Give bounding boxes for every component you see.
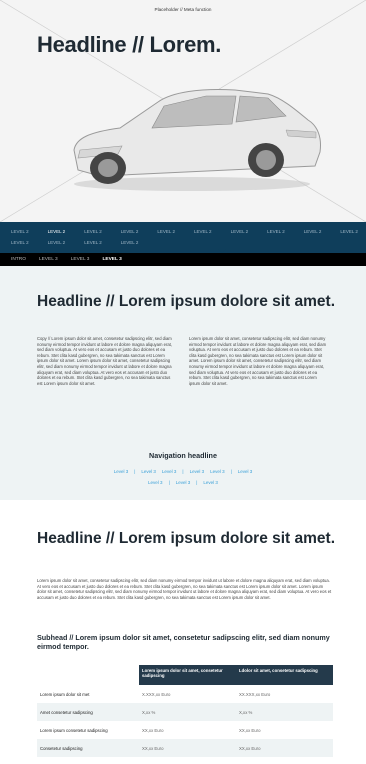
nav-level3-item[interactable]: LEVEL 3 — [71, 257, 90, 262]
level3-link[interactable]: Level 3 — [238, 469, 253, 474]
level3-link[interactable]: Level 3 — [176, 480, 191, 485]
section2-subhead: Subhead // Lorem ipsum dolor sit amet, c… — [37, 633, 330, 651]
table-cell: XX,xx Euro — [142, 727, 164, 733]
section2-headline: Headline // Lorem ipsum dolore sit amet. — [37, 530, 336, 547]
nav-level2-item[interactable]: LEVEL 2 — [256, 227, 293, 237]
table-header-cell — [37, 665, 139, 685]
level3-link[interactable]: Level 3 — [203, 480, 218, 485]
nav-level3-item-active[interactable]: LEVEL 3 — [102, 257, 121, 262]
table-header-row: Lorem ipsum dolor sit amet, consetetur s… — [37, 665, 333, 685]
link-separator: | — [168, 480, 170, 485]
nav-level2-item[interactable]: LEVEL 2 — [0, 238, 37, 248]
level3-link[interactable]: Level 3 — [162, 469, 177, 474]
level3-link[interactable]: Level 3 — [210, 469, 225, 474]
table-row: Consetetur sadipscing XX,xx Euro XX,xx E… — [37, 739, 333, 757]
nav-level2-item[interactable]: LEVEL 2 — [293, 227, 330, 237]
nav-level2-item-active[interactable]: LEVEL 2 — [37, 227, 74, 237]
nav-level2-item[interactable]: LEVEL 2 — [110, 238, 147, 248]
level3-link-row: Level 3 | Level 3 Level 3 | Level 3 Level 3 | Le… — [0, 469, 366, 474]
nav-level2-item[interactable]: LEVEL 2 — [329, 227, 366, 237]
table-row: Amet consetetur sadipscing X,xx % X,xx % — [37, 703, 333, 721]
copy-column-left: Copy // Lorem ipsum dolor sit amet, cons… — [37, 336, 173, 386]
nav-level2-item[interactable]: LEVEL 2 — [0, 227, 37, 237]
level2-nav-row: LEVEL 2 LEVEL 2 LEVEL 2 LEVEL 2 — [0, 238, 366, 248]
link-separator: | — [196, 480, 198, 485]
nav-level2-item[interactable]: LEVEL 2 — [110, 227, 147, 237]
table-row: Lorem ipsum dolor sit met X.XXX,xx Euro … — [37, 685, 333, 703]
level2-nav-row: LEVEL 2 LEVEL 2 LEVEL 2 LEVEL 2 LEVEL 2 … — [0, 227, 366, 237]
hero-stage: Placeholder // Meta function Headline //… — [0, 0, 366, 222]
navigation-headline: Navigation headline — [149, 451, 217, 460]
table-cell: XX,xx Euro — [139, 739, 236, 757]
table-cell: XX,xx Euro — [236, 739, 333, 757]
nav-level2-item[interactable]: LEVEL 2 — [183, 227, 220, 237]
level3-link[interactable]: Level 3 — [148, 480, 163, 485]
car-image — [73, 89, 321, 191]
pricing-table: Lorem ipsum dolor sit amet, consetetur s… — [37, 665, 333, 757]
copy-column-right: Lorem ipsum dolor sit amet, consetetur s… — [189, 336, 327, 386]
table-cell: XX.XXX,xx Euro — [239, 691, 271, 697]
table-header-cell: Ldolor sit amet, consetetur sadipscing — [236, 665, 333, 685]
nav-level2-item[interactable]: LEVEL 2 — [146, 227, 183, 237]
table-cell: Lorem ipsum consetetur sadipscing — [40, 727, 108, 733]
table-cell: XX,xx Euro — [239, 727, 261, 733]
hero-headline: Headline // Lorem. — [37, 32, 222, 57]
nav-level2-item[interactable]: LEVEL 2 — [37, 238, 74, 248]
level3-navigation: INTRO LEVEL 3 LEVEL 3 LEVEL 3 — [0, 253, 366, 266]
table-row: Lorem ipsum consetetur sadipscing XX,xx … — [37, 721, 333, 739]
section-headline: Headline // Lorem ipsum dolore sit amet. — [37, 293, 336, 310]
link-separator: | — [182, 469, 184, 474]
table-cell: Amet consetetur sadipscing — [37, 703, 139, 721]
intro-section: Headline // Lorem ipsum dolore sit amet.… — [0, 266, 366, 500]
nav-level3-intro[interactable]: INTRO — [11, 257, 26, 262]
nav-level2-item[interactable]: LEVEL 2 — [73, 227, 110, 237]
level3-link[interactable]: Level 3 — [141, 469, 156, 474]
meta-function-placeholder[interactable]: Placeholder // Meta function — [0, 7, 366, 12]
link-separator: | — [230, 469, 232, 474]
level3-link-row: Level 3 | Level 3 | Level 3 — [0, 480, 366, 485]
table-cell: X,xx % — [139, 703, 236, 721]
table-cell: Lorem ipsum dolor sit met — [40, 691, 90, 697]
nav-level2-item[interactable]: LEVEL 2 — [73, 238, 110, 248]
table-cell: X.XXX,xx Euro — [142, 691, 171, 697]
link-separator: | — [134, 469, 136, 474]
nav-level3-item[interactable]: LEVEL 3 — [39, 257, 58, 262]
table-header-cell: Lorem ipsum dolor sit amet, consetetur s… — [139, 665, 236, 685]
table-cell: Consetetur sadipscing — [37, 739, 139, 757]
section2-copy: Lorem ipsum dolor sit amet, consetetur s… — [37, 578, 332, 600]
level3-link[interactable]: Level 3 — [190, 469, 205, 474]
level3-link[interactable]: Level 3 — [114, 469, 129, 474]
table-cell: X,xx % — [236, 703, 333, 721]
level2-navigation: LEVEL 2 LEVEL 2 LEVEL 2 LEVEL 2 LEVEL 2 … — [0, 222, 366, 253]
nav-level2-item[interactable]: LEVEL 2 — [220, 227, 257, 237]
